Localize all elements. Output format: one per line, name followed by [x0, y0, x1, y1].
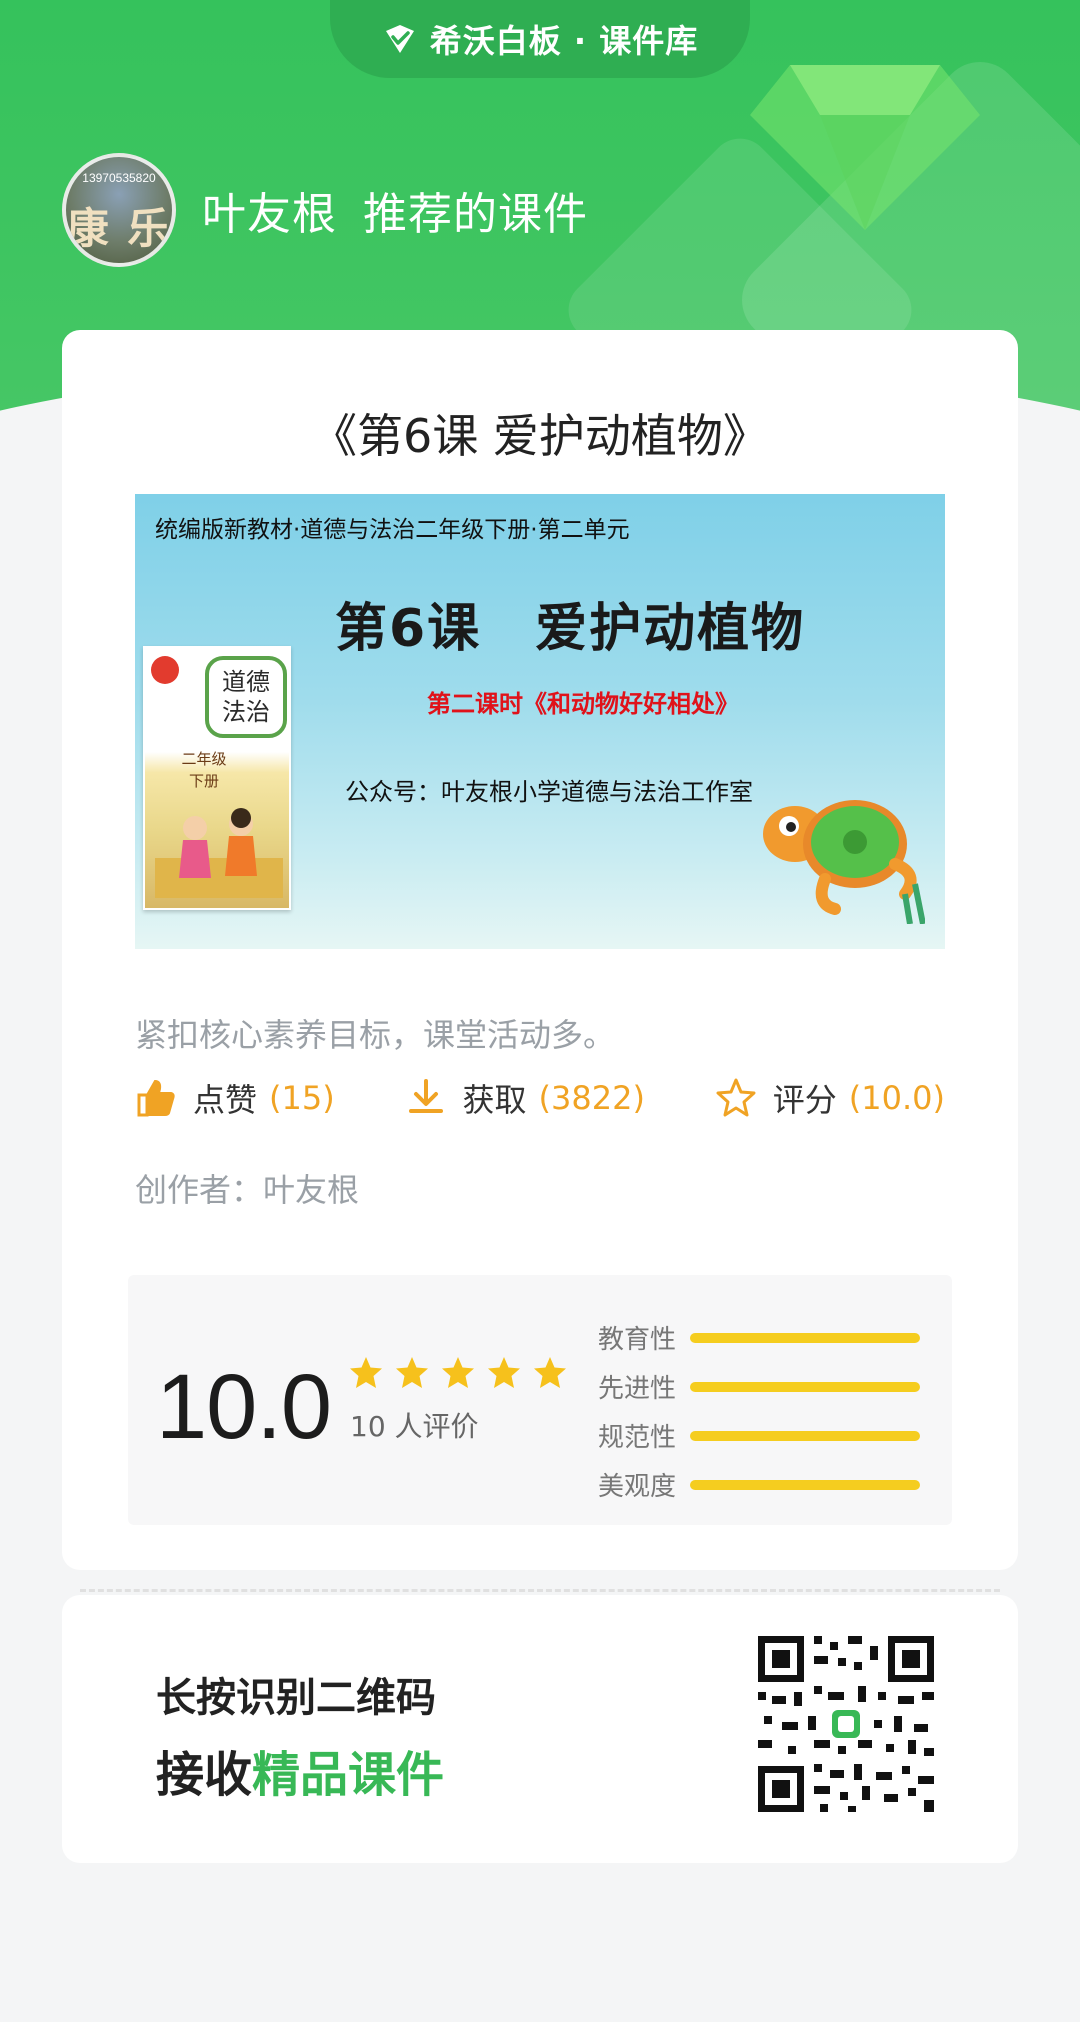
- cover-publisher: 公众号：叶友根小学道德与法治工作室: [345, 778, 753, 806]
- book-grade: 二年级 下册: [169, 748, 239, 792]
- rating-dimension-label: 教育性: [598, 1325, 677, 1355]
- rating-stars: [348, 1355, 568, 1391]
- seewo-logo-icon: [385, 25, 414, 53]
- book-title-line1: 道德: [222, 668, 270, 696]
- author-row: 13970535820 康 乐 叶友根 推荐的课件: [62, 153, 588, 267]
- cover-title: 第6课 爱护动植物: [335, 599, 806, 659]
- course-description: 紧扣核心素养目标，课堂活动多。: [135, 1016, 616, 1054]
- like-button[interactable]: 点赞 (15): [135, 1075, 335, 1121]
- qr-instruction: 长按识别二维码: [156, 1675, 436, 1721]
- like-label: 点赞: [193, 1081, 258, 1119]
- author-name: 叶友根: [202, 189, 337, 240]
- avatar-phone: 13970535820: [82, 171, 156, 185]
- star-icon: [534, 1357, 566, 1388]
- star-icon: [488, 1357, 520, 1388]
- rating-score: 10.0: [156, 1356, 332, 1458]
- rating-dimension-bar: [690, 1479, 920, 1490]
- stats-row: 点赞 (15) 获取 (3822) 评分 (10.0): [135, 1068, 945, 1128]
- rating-dimension-label: 美观度: [598, 1472, 677, 1502]
- rating-panel: 10.0 10 人评价 教育性先进性规范性美观度: [128, 1275, 952, 1525]
- thumbs-up-icon: [137, 1079, 175, 1117]
- book-title: 道德 法治: [205, 656, 287, 738]
- star-icon: [396, 1357, 428, 1388]
- avatar-text: 康 乐: [66, 204, 172, 253]
- star-outline-icon: [716, 1078, 756, 1117]
- rating-dimension-row: 规范性: [598, 1411, 920, 1460]
- rating-dimension-row: 美观度: [598, 1460, 920, 1509]
- rating-dimensions: 教育性先进性规范性美观度: [598, 1313, 920, 1509]
- turtle-illustration: [763, 800, 925, 924]
- creator-line: 创作者：叶友根: [135, 1171, 360, 1209]
- brand-banner: 希沃白板 · 课件库: [330, 0, 750, 78]
- rate-label: 评分: [772, 1081, 837, 1119]
- recommend-label: 推荐的课件: [363, 189, 588, 240]
- course-cover[interactable]: 统编版新教材·道德与法治二年级下册·第二单元 第6课 爱护动植物 第二课时《和动…: [135, 494, 945, 949]
- book-badge: [151, 656, 179, 684]
- qr-cta: 接收精品课件: [156, 1735, 444, 1805]
- rating-dimension-row: 教育性: [598, 1313, 920, 1362]
- star-icon: [350, 1357, 382, 1388]
- download-icon: [408, 1079, 443, 1113]
- get-count: (3822): [538, 1079, 645, 1117]
- author-title: 叶友根 推荐的课件: [202, 178, 588, 242]
- rating-dimension-bar: [690, 1430, 920, 1441]
- rating-dimension-bar: [690, 1332, 920, 1343]
- book-title-line2: 法治: [222, 698, 270, 726]
- book-volume-text: 下册: [188, 772, 219, 790]
- rate-count: (10.0): [848, 1079, 945, 1117]
- textbook-image: 道德 法治 二年级 下册: [143, 646, 291, 910]
- rating-dimension-label: 规范性: [598, 1423, 677, 1453]
- children-illustration: [155, 808, 283, 898]
- rating-dimension-label: 先进性: [598, 1374, 677, 1404]
- gem-icon: [750, 65, 980, 230]
- book-grade-text: 二年级: [181, 750, 227, 768]
- star-icon: [442, 1357, 474, 1388]
- brand-name: 希沃白板 · 课件库: [429, 22, 699, 60]
- course-title: 《第6课 爱护动植物》: [311, 409, 769, 463]
- cover-series: 统编版新教材·道德与法治二年级下册·第二单元: [155, 517, 630, 543]
- avatar[interactable]: 13970535820 康 乐: [62, 153, 176, 267]
- cover-subtitle: 第二课时《和动物好好相处》: [427, 690, 739, 718]
- rate-button[interactable]: 评分 (10.0): [715, 1075, 945, 1121]
- review-count: 10 人评价: [350, 1410, 479, 1443]
- rating-dimension-row: 先进性: [598, 1362, 920, 1411]
- qr-cta-highlight: 精品课件: [252, 1747, 445, 1803]
- get-button[interactable]: 获取 (3822): [405, 1075, 645, 1121]
- rating-dimension-bar: [690, 1381, 920, 1392]
- qr-cta-prefix: 接收: [156, 1747, 253, 1803]
- qr-code[interactable]: [758, 1636, 934, 1812]
- get-label: 获取: [462, 1081, 527, 1119]
- divider: [80, 1589, 1000, 1592]
- like-count: (15): [269, 1079, 335, 1117]
